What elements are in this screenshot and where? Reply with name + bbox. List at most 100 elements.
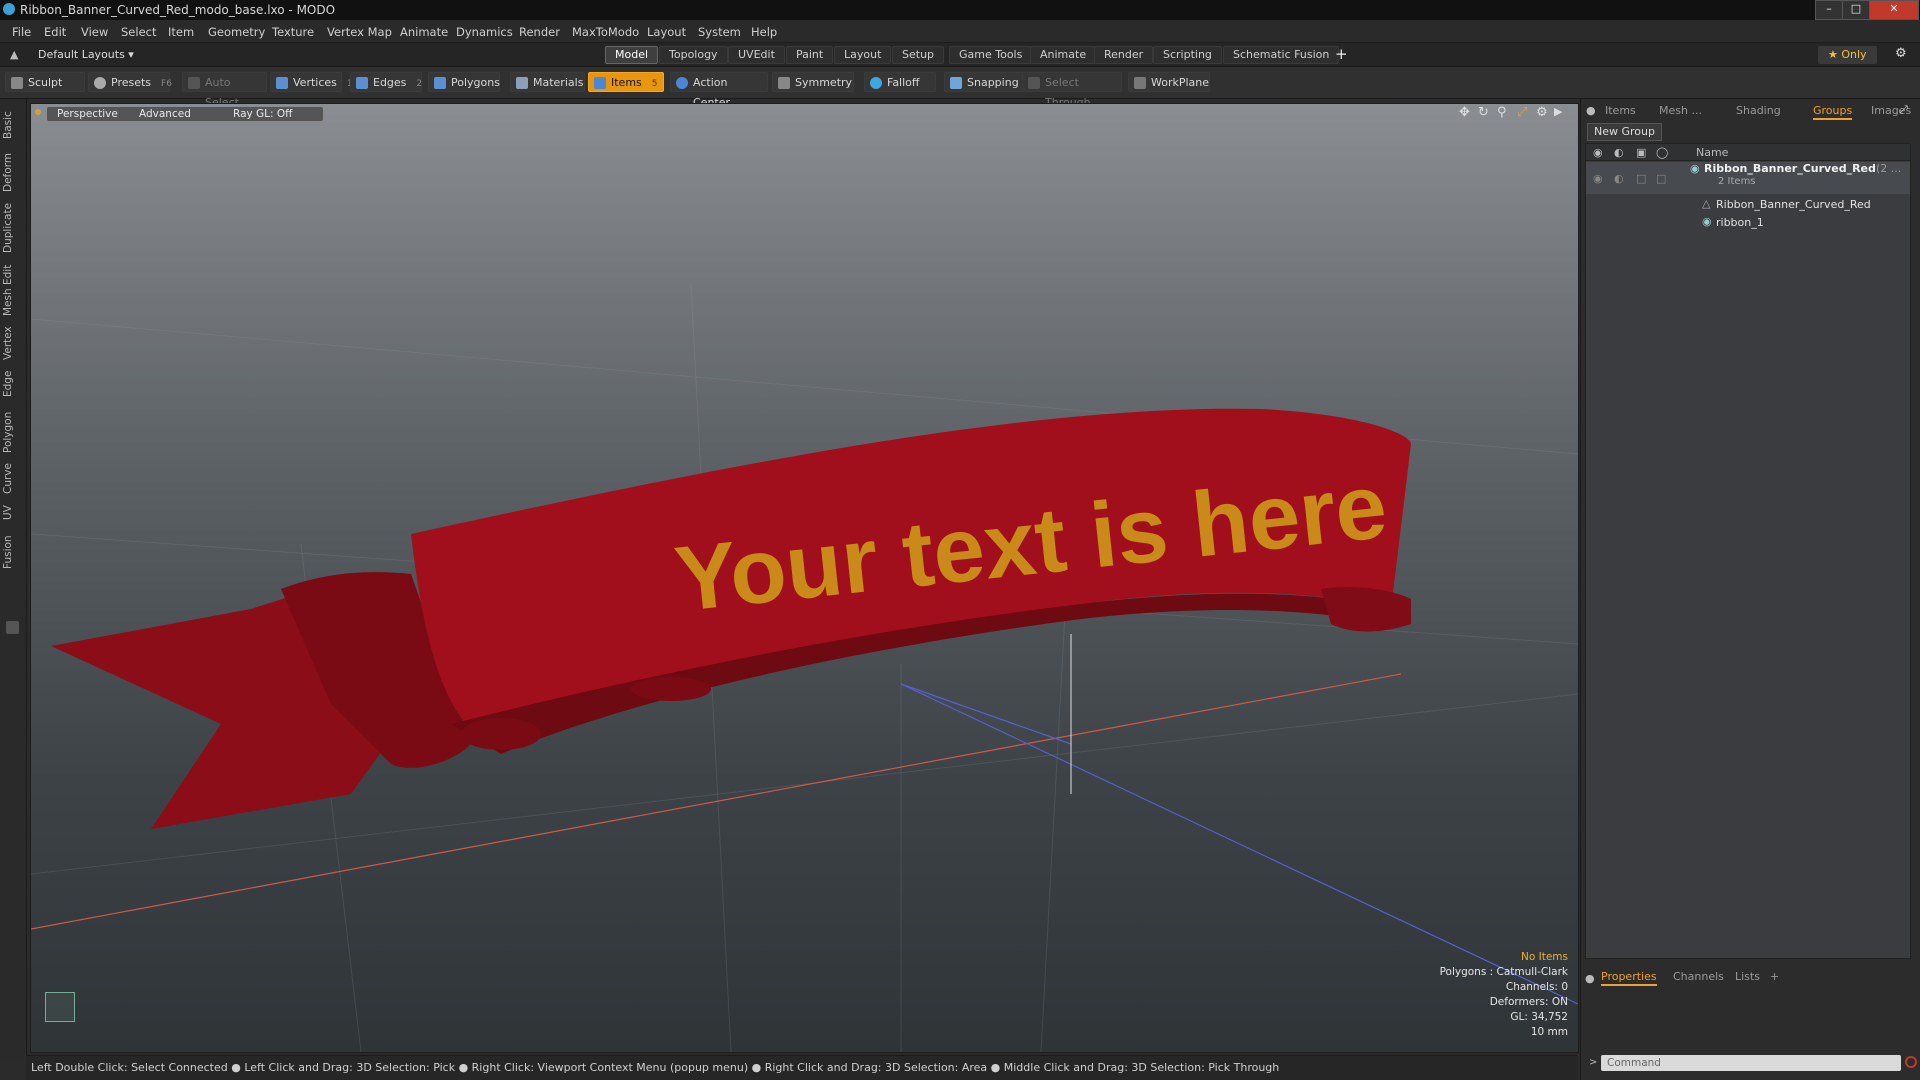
sidetab-curve[interactable]: Curve	[2, 459, 22, 499]
gear-icon[interactable]: ⚙	[1895, 46, 1907, 61]
tab-uvedit[interactable]: UVEdit	[728, 46, 785, 64]
panel-dot-icon: ●	[1586, 104, 1596, 117]
sidetab-mesh-edit[interactable]: Mesh Edit	[2, 259, 22, 321]
axis-gizmo	[45, 992, 75, 1022]
menu-vertex-map[interactable]: Vertex Map	[327, 25, 392, 39]
menu-dynamics[interactable]: Dynamics	[456, 25, 513, 39]
panel-expand-icon[interactable]: ⤢	[1899, 103, 1908, 117]
menu-texture[interactable]: Texture	[272, 25, 314, 39]
sidetab-basic[interactable]: Basic	[2, 107, 22, 143]
polygons-button[interactable]: Polygons	[428, 72, 500, 92]
falloff-button[interactable]: Falloff	[864, 72, 936, 92]
maximize-button[interactable]: □	[1842, 0, 1870, 20]
menu-layout[interactable]: Layout	[647, 25, 686, 39]
symmetry-button[interactable]: Symmetry	[772, 72, 854, 92]
group-select-icon[interactable]: □	[1656, 172, 1666, 185]
menu-help[interactable]: Help	[751, 25, 777, 39]
select-icon[interactable]: ◯	[1656, 146, 1668, 159]
materials-button[interactable]: Materials	[510, 72, 585, 92]
group-child-row-mesh[interactable]: △ Ribbon_Banner_Curved_Red	[1586, 197, 1910, 213]
snapping-icon	[950, 77, 962, 89]
group-visibility-icon[interactable]: ◉	[1593, 172, 1603, 185]
btab-add-button[interactable]: +	[1770, 970, 1779, 983]
layout-bar: ▲ Default Layouts ▾ Model Topology UVEdi…	[0, 43, 1920, 67]
render-icon[interactable]: ◐	[1614, 146, 1624, 159]
window-title: Ribbon_Banner_Curved_Red_modo_base.lxo -…	[20, 3, 336, 17]
edges-button[interactable]: Edges 2	[350, 72, 422, 92]
sidetab-vertex[interactable]: Vertex	[2, 321, 22, 365]
tab-topology[interactable]: Topology	[659, 46, 728, 64]
group-row[interactable]: ◉ ◐ □ □ ◉ Ribbon_Banner_Curved_Red (2 ..…	[1586, 162, 1910, 194]
btab-channels[interactable]: Channels	[1673, 970, 1724, 983]
menu-view[interactable]: View	[81, 25, 108, 39]
layout-collapse-icon[interactable]: ▲	[10, 48, 18, 61]
minimize-button[interactable]: –	[1815, 0, 1843, 20]
lock-icon[interactable]: ▣	[1636, 146, 1646, 159]
ribbon-right-curl[interactable]	[1321, 587, 1411, 632]
tab-render[interactable]: Render	[1094, 46, 1154, 64]
vertices-button[interactable]: Vertices1	[270, 72, 353, 92]
sculpt-button[interactable]: Sculpt	[5, 72, 85, 92]
only-toggle-button[interactable]: ★ Only	[1818, 46, 1877, 64]
btab-properties[interactable]: Properties	[1601, 970, 1657, 986]
tab-paint[interactable]: Paint	[786, 46, 834, 64]
visibility-eye-icon[interactable]: ◉	[1593, 146, 1603, 159]
menu-edit[interactable]: Edit	[44, 25, 66, 39]
group-item-count: 2 Items	[1718, 176, 1756, 187]
command-history-icon[interactable]	[1905, 1056, 1917, 1068]
group-lock-icon[interactable]: □	[1636, 172, 1646, 185]
new-group-button[interactable]: New Group	[1587, 123, 1662, 141]
snapping-button[interactable]: Snapping	[944, 72, 1024, 92]
groups-list[interactable]: ◉ ◐ ▣ ◯ Name ◉ ◐ □ □ ◉ Ribbon_Banner_Cur…	[1585, 143, 1911, 959]
tab-scripting[interactable]: Scripting	[1153, 46, 1222, 64]
action-center-button[interactable]: Action Center	[670, 72, 768, 109]
action-center-icon	[676, 77, 688, 89]
sidetab-polygon[interactable]: Polygon	[2, 405, 22, 459]
menu-maxtomodo[interactable]: MaxToModo	[572, 25, 639, 39]
workplane-button[interactable]: WorkPlane	[1128, 72, 1210, 92]
expand-panel-icon[interactable]	[6, 621, 19, 634]
tab-layout[interactable]: Layout	[834, 46, 892, 64]
presets-button[interactable]: Presets F6	[88, 72, 172, 92]
info-polygons: Polygons : Catmull-Clark	[1439, 966, 1568, 978]
scene-canvas[interactable]: Your text is here	[31, 104, 1578, 1052]
group-render-icon[interactable]: ◐	[1614, 172, 1624, 185]
symmetry-icon	[778, 77, 790, 89]
default-layouts-dropdown[interactable]: Default Layouts ▾	[38, 48, 134, 61]
group-child-row-ribbon[interactable]: ◉ ribbon_1	[1586, 215, 1910, 231]
rtab-groups[interactable]: Groups	[1813, 104, 1853, 120]
add-tab-button[interactable]: +	[1335, 45, 1348, 63]
sidetab-fusion[interactable]: Fusion	[2, 529, 22, 575]
menu-select[interactable]: Select	[121, 25, 156, 39]
rtab-mesh[interactable]: Mesh ...	[1659, 104, 1702, 117]
group-icon: ◉	[1690, 162, 1700, 175]
menu-animate[interactable]: Animate	[400, 25, 448, 39]
close-button[interactable]: ✕	[1869, 0, 1919, 20]
sidetab-edge[interactable]: Edge	[2, 365, 22, 403]
sidetab-deform[interactable]: Deform	[2, 149, 22, 195]
items-button[interactable]: Items 5	[588, 72, 664, 92]
rtab-shading[interactable]: Shading	[1736, 104, 1781, 117]
tab-game-tools[interactable]: Game Tools	[949, 46, 1033, 64]
properties-dot-icon: ●	[1585, 972, 1595, 985]
select-through-button[interactable]: Select Through	[1022, 72, 1122, 109]
tab-animate[interactable]: Animate	[1030, 46, 1097, 64]
tab-setup[interactable]: Setup	[892, 46, 945, 64]
tab-schematic-fusion[interactable]: Schematic Fusion	[1223, 46, 1340, 64]
menu-file[interactable]: File	[12, 25, 31, 39]
menu-render[interactable]: Render	[519, 25, 560, 39]
3d-viewport[interactable]: Perspective Advanced Ray GL: Off ✥ ↻ ⚲ ⤢…	[30, 103, 1579, 1053]
command-input[interactable]: Command	[1601, 1055, 1901, 1071]
rtab-items[interactable]: Items	[1605, 104, 1636, 117]
workplane-icon	[1134, 77, 1146, 89]
sidetab-duplicate[interactable]: Duplicate	[2, 199, 22, 257]
sidetab-uv[interactable]: UV	[2, 499, 22, 527]
menu-bar: File Edit View Select Item Geometry Text…	[0, 20, 1920, 43]
tab-model[interactable]: Model	[605, 46, 659, 64]
btab-lists[interactable]: Lists	[1735, 970, 1760, 983]
menu-system[interactable]: System	[698, 25, 741, 39]
auto-select-button[interactable]: Auto Select	[182, 72, 267, 109]
info-no-items: No Items	[1521, 951, 1568, 963]
menu-item[interactable]: Item	[168, 25, 194, 39]
menu-geometry[interactable]: Geometry	[208, 25, 265, 39]
